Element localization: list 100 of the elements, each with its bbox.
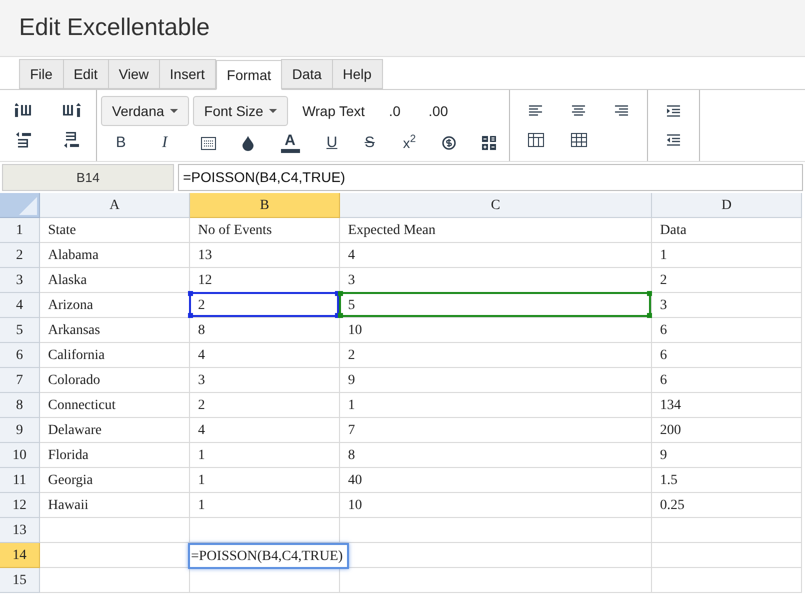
table-cell[interactable]: 3	[190, 368, 340, 393]
insert-column-left-icon[interactable]	[15, 103, 33, 118]
row-header[interactable]: 3	[0, 268, 40, 293]
row-header[interactable]: 7	[0, 368, 40, 393]
italic-button[interactable]: I	[146, 131, 183, 155]
row-header[interactable]: 15	[0, 568, 40, 593]
font-size-dropdown[interactable]: Font Size	[193, 96, 288, 126]
table-cell[interactable]: Hawaii	[40, 493, 190, 518]
table-cell[interactable]: 8	[190, 318, 340, 343]
table-cell[interactable]: Data	[652, 218, 802, 243]
row-header[interactable]: 2	[0, 243, 40, 268]
table-cell[interactable]: No of Events	[190, 218, 340, 243]
table-cell[interactable]: 1	[190, 443, 340, 468]
table-cell[interactable]: 4	[190, 343, 340, 368]
outdent-icon[interactable]	[667, 134, 680, 146]
table-cell[interactable]: Georgia	[40, 468, 190, 493]
table-cell[interactable]: 10	[340, 493, 652, 518]
insert-row-below-icon[interactable]	[64, 132, 80, 148]
table-icon[interactable]	[528, 133, 544, 148]
table-cell[interactable]: 2	[652, 268, 802, 293]
align-right-icon[interactable]	[615, 105, 628, 116]
table-cell[interactable]	[652, 543, 802, 568]
menu-tab[interactable]: File	[19, 59, 64, 89]
table-cell[interactable]: Alaska	[40, 268, 190, 293]
insert-row-above-icon[interactable]	[16, 132, 32, 148]
table-cell[interactable]: 6	[652, 368, 802, 393]
row-header[interactable]: 12	[0, 493, 40, 518]
superscript-button[interactable]: x$^{2}$	[390, 132, 430, 154]
table-cell[interactable]: 2	[340, 343, 652, 368]
table-cell[interactable]: 6	[652, 318, 802, 343]
table-cell[interactable]: 200	[652, 418, 802, 443]
table-cell[interactable]	[40, 568, 190, 593]
table-cell[interactable]: 7	[340, 418, 652, 443]
table-cell[interactable]: 1	[340, 393, 652, 418]
row-header[interactable]: 13	[0, 518, 40, 543]
table-cell[interactable]: 2	[190, 293, 340, 318]
calculator-icon[interactable]	[482, 136, 496, 150]
underline-button[interactable]: U	[314, 132, 350, 154]
menu-tab[interactable]: Data	[281, 59, 333, 89]
table-cell[interactable]: Expected Mean	[340, 218, 652, 243]
table-cell[interactable]: 2	[190, 393, 340, 418]
table-cell[interactable]	[652, 568, 802, 593]
row-header[interactable]: 4	[0, 293, 40, 318]
font-color-button[interactable]: A	[280, 133, 300, 153]
table-cell[interactable]: 1	[190, 468, 340, 493]
table-cell[interactable]: 3	[652, 293, 802, 318]
table-cell[interactable]	[190, 568, 340, 593]
align-center-icon[interactable]	[572, 105, 585, 116]
table-cell[interactable]: California	[40, 343, 190, 368]
menu-tab[interactable]: View	[108, 59, 160, 89]
table-cell[interactable]: 4	[190, 418, 340, 443]
table-cell[interactable]: 134	[652, 393, 802, 418]
table-cell[interactable]	[652, 518, 802, 543]
row-header[interactable]: 5	[0, 318, 40, 343]
menu-tab[interactable]: Format	[216, 60, 282, 90]
table-cell[interactable]: Connecticut	[40, 393, 190, 418]
cell-reference-box[interactable]: B14	[2, 164, 174, 191]
row-header[interactable]: 10	[0, 443, 40, 468]
column-header[interactable]: D	[652, 193, 802, 218]
table-cell[interactable]: 40	[340, 468, 652, 493]
align-left-icon[interactable]	[529, 105, 542, 116]
table-cell[interactable]	[40, 518, 190, 543]
table-cell[interactable]: 9	[652, 443, 802, 468]
bold-button[interactable]: B	[103, 132, 139, 154]
row-header[interactable]: 11	[0, 468, 40, 493]
table-cell[interactable]: Florida	[40, 443, 190, 468]
row-header[interactable]: 14	[0, 543, 40, 568]
column-header[interactable]: B	[190, 193, 340, 218]
table-cell[interactable]: Arkansas	[40, 318, 190, 343]
formula-input[interactable]: =POISSON(B4,C4,TRUE)	[178, 164, 803, 191]
fill-drop-icon[interactable]	[242, 136, 254, 150]
font-dropdown[interactable]: Verdana	[101, 96, 190, 126]
table-cell[interactable]: Colorado	[40, 368, 190, 393]
table-cell[interactable]: 1	[190, 493, 340, 518]
table-cell[interactable]: 0.25	[652, 493, 802, 518]
cell-editor-popup[interactable]: =POISSON(B4,C4,TRUE)	[188, 543, 349, 569]
insert-column-right-icon[interactable]	[63, 103, 81, 118]
column-header[interactable]: C	[340, 193, 652, 218]
menu-tab[interactable]: Help	[332, 59, 383, 89]
increase-decimal-button[interactable]: .00	[424, 96, 452, 126]
table-cell[interactable]	[340, 518, 652, 543]
table-cell[interactable]: 6	[652, 343, 802, 368]
row-header[interactable]: 8	[0, 393, 40, 418]
borders-icon[interactable]	[201, 136, 216, 150]
row-header[interactable]: 1	[0, 218, 40, 243]
table-cell[interactable]: State	[40, 218, 190, 243]
table-cell[interactable]: 4	[340, 243, 652, 268]
table-cell[interactable]: 8	[340, 443, 652, 468]
table-cell[interactable]: 1.5	[652, 468, 802, 493]
wrap-text-button[interactable]: Wrap Text	[292, 96, 375, 126]
indent-icon[interactable]	[667, 104, 680, 117]
table-cell[interactable]: 1	[652, 243, 802, 268]
table-cell[interactable]: 10	[340, 318, 652, 343]
row-header[interactable]: 9	[0, 418, 40, 443]
table-cell[interactable]: Delaware	[40, 418, 190, 443]
menu-tab[interactable]: Insert	[158, 59, 216, 89]
strikethrough-button[interactable]: S	[350, 132, 390, 154]
dollar-circle-icon[interactable]	[442, 136, 456, 150]
table-cell[interactable]: 9	[340, 368, 652, 393]
row-header[interactable]: 6	[0, 343, 40, 368]
